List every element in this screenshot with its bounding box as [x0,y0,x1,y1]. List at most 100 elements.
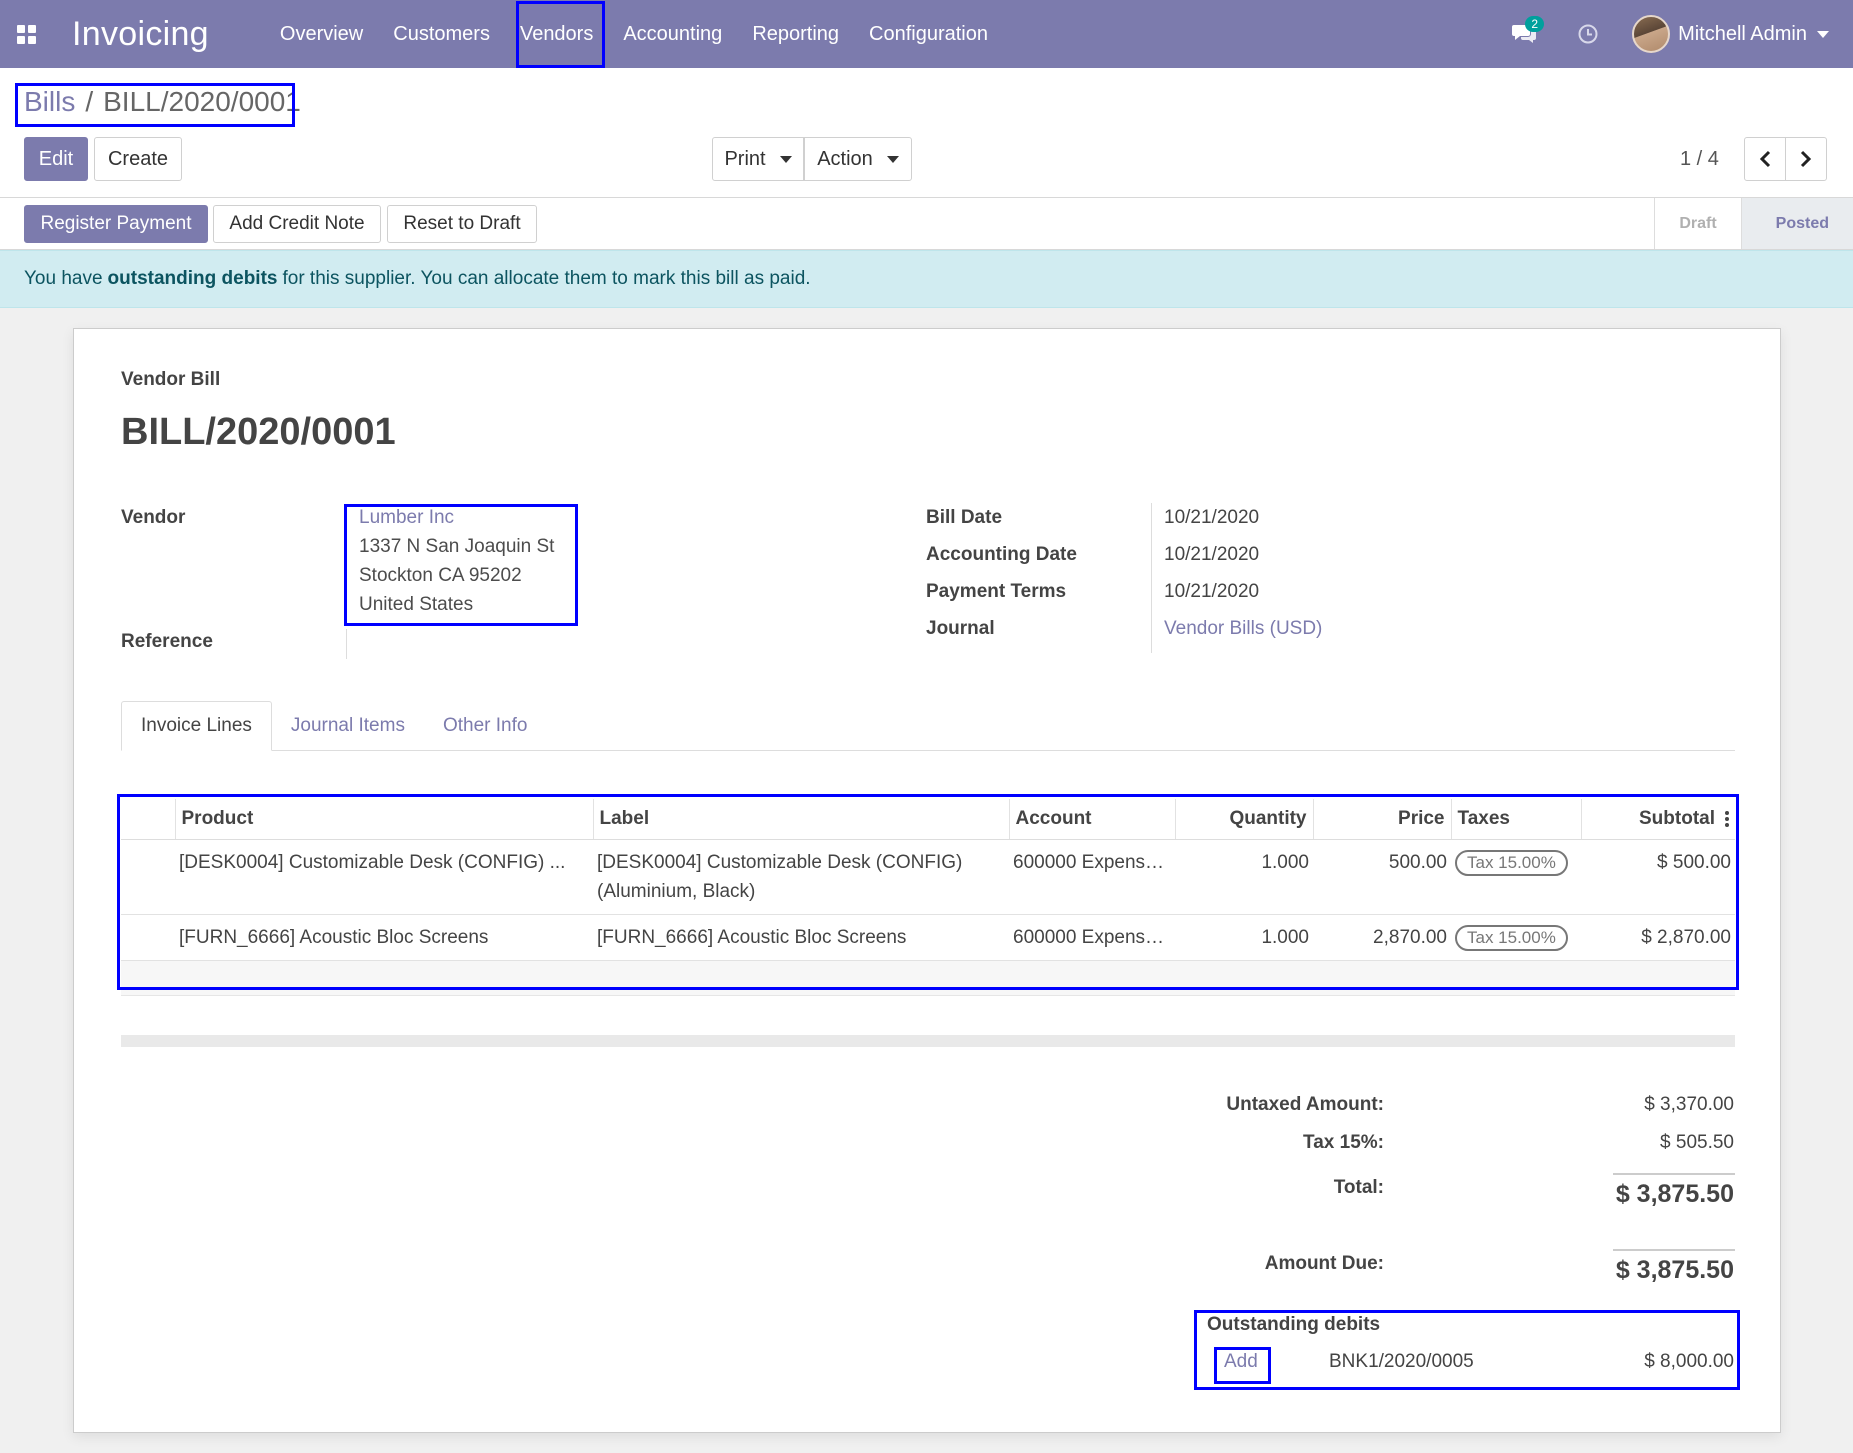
action-dropdown[interactable]: Action [804,137,912,181]
row-handle [121,839,175,915]
menu-overview[interactable]: Overview [265,0,378,68]
pager-next-button[interactable] [1785,137,1827,181]
outstanding-reference: BNK1/2020/0005 [1329,1351,1474,1372]
chat-count-badge: 2 [1525,16,1545,32]
vendor-address-line: United States [359,594,474,615]
breadcrumb-bills-link[interactable]: Bills [24,86,75,118]
activity-clock-icon[interactable] [1568,14,1608,54]
column-header-label[interactable]: Label [593,799,1010,840]
table-bottom-divider [121,995,1735,996]
apps-menu-icon[interactable] [2,0,50,68]
menu-vendors[interactable]: Vendors [505,0,608,68]
chat-icon[interactable]: 2 [1504,14,1545,54]
column-header-product[interactable]: Product [175,799,594,840]
tab-journal-items[interactable]: Journal Items [272,701,424,751]
journal-link[interactable]: Vendor Bills (USD) [1164,618,1322,640]
cell-label-line: [FURN_6666] Acoustic Bloc Screens [597,926,907,948]
vendor-label: Vendor [121,507,186,528]
notebook-tabs: Invoice Lines Journal Items Other Info [121,701,1735,751]
user-avatar[interactable] [1632,15,1671,53]
add-credit-note-button[interactable]: Add Credit Note [213,205,381,243]
create-button[interactable]: Create [94,137,182,181]
cell-taxes[interactable]: Tax 15.00% [1451,914,1581,961]
print-dropdown[interactable]: Print [712,137,804,181]
outstanding-debits-title: Outstanding debits [1207,1314,1381,1335]
register-payment-button[interactable]: Register Payment [24,205,208,243]
cell-label-line: (Aluminium, Black) [597,880,756,902]
user-menu-chevron-down-icon[interactable] [1817,30,1829,38]
edit-button[interactable]: Edit [24,137,88,181]
tab-other-info[interactable]: Other Info [424,701,547,751]
total-label: Total: [1333,1177,1384,1198]
payment-terms-value[interactable]: 10/21/2020 [1164,581,1259,603]
column-header-quantity[interactable]: Quantity [1175,799,1314,840]
empty-table-row [121,960,1735,996]
total-rule [1613,1173,1735,1175]
status-bar: Register Payment Add Credit Note Reset t… [0,198,1853,250]
add-outstanding-link[interactable]: Add [1224,1351,1258,1373]
breadcrumb-separator: / [85,86,94,117]
table-footer-bar [121,1035,1735,1047]
cell-label[interactable]: [FURN_6666] Acoustic Bloc Screens [593,914,1009,961]
bill-date-value[interactable]: 10/21/2020 [1164,507,1259,529]
stage-draft[interactable]: Draft [1654,198,1740,249]
menu-configuration[interactable]: Configuration [854,0,1003,68]
tax-tag: Tax 15.00% [1455,849,1568,876]
payment-terms-label: Payment Terms [926,581,1067,602]
row-handle [121,914,175,961]
menu-accounting[interactable]: Accounting [608,0,737,68]
optional-columns-kebab-icon[interactable] [1725,810,1729,827]
menu-reporting[interactable]: Reporting [737,0,854,68]
main-menu: Overview Customers Vendors Accounting Re… [265,0,1003,68]
cell-price[interactable]: 2,870.00 [1313,914,1451,961]
cell-quantity[interactable]: 1.000 [1175,839,1313,915]
table-row[interactable]: [DESK0004] Customizable Desk (CONFIG) ..… [121,839,1735,915]
stage-posted[interactable]: Posted [1740,198,1853,249]
column-header-taxes[interactable]: Taxes [1451,799,1582,840]
cell-account[interactable]: 600000 Expens… [1009,914,1175,961]
document-type: Vendor Bill [121,369,221,390]
cell-subtotal: $ 500.00 [1581,839,1735,915]
column-header-subtotal[interactable]: Subtotal [1581,799,1735,840]
reference-separator [346,629,347,659]
user-name[interactable]: Mitchell Admin [1678,23,1807,46]
untaxed-amount-label: Untaxed Amount: [1226,1094,1384,1115]
cell-quantity[interactable]: 1.000 [1175,914,1313,961]
vendor-address-line: Stockton CA 95202 [359,565,522,586]
cell-label[interactable]: [DESK0004] Customizable Desk (CONFIG) (A… [593,839,1009,915]
control-panel: Bills / BILL/2020/0001 Edit Create Print… [0,68,1853,198]
untaxed-amount-value: $ 3,370.00 [1644,1094,1734,1115]
cell-product[interactable]: [FURN_6666] Acoustic Bloc Screens [175,914,593,961]
outstanding-debits-alert: You have outstanding debits for this sup… [0,250,1853,308]
app-title[interactable]: Invoicing [72,15,209,54]
cell-subtotal: $ 2,870.00 [1581,914,1735,961]
table-row[interactable]: [FURN_6666] Acoustic Bloc Screens [FURN_… [121,914,1735,961]
total-value: $ 3,875.50 [1615,1180,1734,1208]
cell-account[interactable]: 600000 Expens… [1009,839,1175,915]
cell-price[interactable]: 500.00 [1313,839,1451,915]
pager-previous-button[interactable] [1744,137,1786,181]
amount-due-rule [1613,1249,1735,1251]
cell-taxes[interactable]: Tax 15.00% [1451,839,1581,915]
accounting-date-value[interactable]: 10/21/2020 [1164,544,1259,566]
vendor-address-line: 1337 N San Joaquin St [359,536,555,557]
column-header-account[interactable]: Account [1009,799,1176,840]
reference-label: Reference [121,631,213,652]
alert-bold-text: outstanding debits [107,268,278,289]
tab-invoice-lines[interactable]: Invoice Lines [121,701,272,751]
reset-to-draft-button[interactable]: Reset to Draft [387,205,537,243]
cell-product[interactable]: [DESK0004] Customizable Desk (CONFIG) ..… [175,839,593,915]
status-stages: Draft Posted [1654,198,1853,249]
handle-column-header [121,799,176,840]
table-header-row: Product Label Account Quantity Price Tax… [121,799,1735,840]
vendor-name-link[interactable]: Lumber Inc [359,503,589,532]
vendor-field[interactable]: Lumber Inc 1337 N San Joaquin St Stockto… [359,503,589,619]
column-header-price[interactable]: Price [1313,799,1452,840]
pager-value[interactable]: 1 / 4 [1680,148,1719,171]
menu-customers[interactable]: Customers [378,0,505,68]
form-sheet: Vendor Bill BILL/2020/0001 Vendor Lumber… [73,328,1781,1433]
document-number: BILL/2020/0001 [121,411,396,453]
amount-due-value: $ 3,875.50 [1615,1256,1734,1284]
tax-value: $ 505.50 [1660,1132,1734,1153]
right-group-separator [1151,503,1152,653]
